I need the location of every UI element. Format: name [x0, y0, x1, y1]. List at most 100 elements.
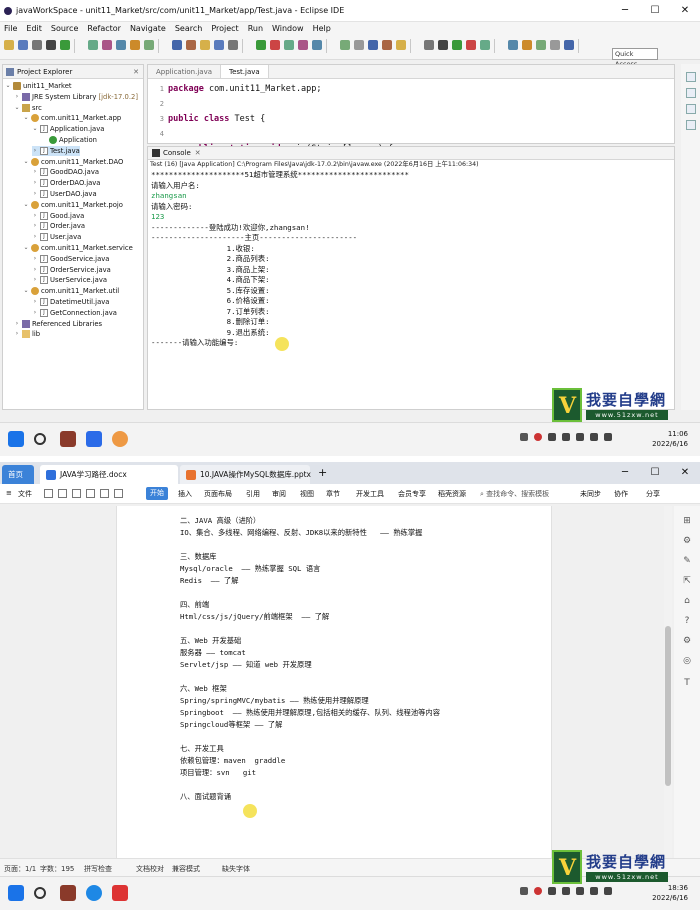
shape-icon[interactable]: ⌂ — [682, 596, 692, 606]
tray-icon[interactable] — [604, 433, 612, 441]
toolbar-icon[interactable] — [466, 40, 476, 50]
search-icon[interactable] — [34, 887, 46, 899]
taskbar-clock[interactable]: 18:36 2022/6/16 — [652, 883, 688, 903]
ribbon-tab[interactable]: 文件 — [18, 489, 32, 499]
maximize-icon[interactable]: ☐ — [640, 0, 670, 22]
minimize-icon[interactable]: ─ — [610, 0, 640, 22]
toolbar-icon[interactable] — [228, 40, 238, 50]
expand-arrow-icon[interactable]: › — [14, 319, 20, 329]
tray-icon[interactable] — [548, 887, 556, 895]
toolbar-icon[interactable] — [116, 40, 126, 50]
menu-refactor[interactable]: Refactor — [87, 24, 121, 33]
status-item[interactable]: 字数：195 — [40, 864, 74, 874]
toolbar-icon[interactable] — [508, 40, 518, 50]
share-button[interactable]: 分享 — [646, 489, 660, 499]
toolbar-icon[interactable] — [46, 40, 56, 50]
toolbar-icon[interactable] — [424, 40, 434, 50]
format-icon[interactable]: ⚙ — [682, 536, 692, 546]
text-icon[interactable]: T — [682, 678, 692, 688]
tray-icon[interactable] — [576, 433, 584, 441]
toolbar-icon[interactable] — [144, 40, 154, 50]
tree-item[interactable]: › J DatetimeUtil.java — [32, 297, 109, 307]
toolbar-icon[interactable] — [298, 40, 308, 50]
menu-edit[interactable]: Edit — [26, 24, 42, 33]
browser-icon[interactable] — [86, 885, 102, 901]
close-icon[interactable]: ✕ — [670, 0, 700, 22]
expand-arrow-icon[interactable]: › — [32, 221, 38, 231]
toolbar-icon[interactable] — [536, 40, 546, 50]
toolbar-icon[interactable] — [214, 40, 224, 50]
ribbon-tab[interactable]: 视图 — [300, 489, 314, 499]
view-icon[interactable] — [686, 120, 696, 130]
app-icon[interactable] — [86, 431, 102, 447]
toolbar-icon[interactable] — [452, 40, 462, 50]
status-item[interactable]: 兼容模式 — [172, 864, 200, 874]
toolbar-icon[interactable] — [32, 40, 42, 50]
ribbon-tab[interactable]: 开发工具 — [356, 489, 384, 499]
toolbar-icon[interactable] — [564, 40, 574, 50]
menu-file[interactable]: File — [4, 24, 17, 33]
toolbar-icon[interactable] — [480, 40, 490, 50]
help-icon[interactable]: ? — [682, 616, 692, 626]
expand-arrow-icon[interactable]: › — [32, 211, 38, 221]
status-item[interactable]: 缺失字体 — [222, 864, 250, 874]
toolbar-icon[interactable] — [396, 40, 406, 50]
tree-item[interactable]: › J Good.java — [32, 211, 84, 221]
tree-item[interactable]: ⌄ J Application.java — [32, 124, 104, 134]
minimize-icon[interactable]: ─ — [610, 462, 640, 484]
tray-icon[interactable] — [604, 887, 612, 895]
menu-project[interactable]: Project — [211, 24, 238, 33]
windows-start-icon[interactable] — [8, 431, 24, 447]
expand-arrow-icon[interactable]: ⌄ — [5, 81, 11, 91]
expand-arrow-icon[interactable]: › — [32, 297, 38, 307]
tree-item[interactable]: ⌄ com.unit11_Market.util — [23, 286, 119, 296]
select-icon[interactable]: ⇱ — [682, 576, 692, 586]
tray-icon[interactable] — [562, 887, 570, 895]
toolbar-icon[interactable] — [200, 40, 210, 50]
tray-icon[interactable] — [548, 433, 556, 441]
expand-arrow-icon[interactable]: › — [32, 178, 38, 188]
windows-start-icon[interactable] — [8, 885, 24, 901]
redo-icon[interactable] — [58, 489, 67, 498]
tab-home[interactable]: 首页 — [2, 465, 34, 484]
toolbar-icon[interactable] — [172, 40, 182, 50]
ribbon-tab[interactable]: 页面布局 — [204, 489, 232, 499]
tree-item[interactable]: › J OrderService.java — [32, 265, 111, 275]
expand-arrow-icon[interactable]: ⌄ — [23, 243, 29, 253]
menu-help[interactable]: Help — [313, 24, 331, 33]
expand-arrow-icon[interactable]: › — [32, 265, 38, 275]
toolbar-icon[interactable] — [256, 40, 266, 50]
tab-pptx[interactable]: 10.JAVA操作MySQL数据库.pptx — [180, 465, 311, 484]
tree-item[interactable]: › J OrderDAO.java — [32, 178, 100, 188]
tree-item[interactable]: ⌄ unit11_Market — [5, 81, 72, 91]
undo-icon[interactable] — [44, 489, 53, 498]
tree-item[interactable]: › J GoodDAO.java — [32, 167, 99, 177]
style-icon[interactable]: ⊞ — [682, 516, 692, 526]
tab-test-java[interactable]: Test.java — [220, 65, 269, 78]
tree-item[interactable]: › J Order.java — [32, 221, 85, 231]
expand-arrow-icon[interactable]: › — [32, 254, 38, 264]
close-icon[interactable]: ✕ — [195, 149, 201, 157]
toolbar-icon[interactable] — [186, 40, 196, 50]
expand-arrow-icon[interactable]: ⌄ — [23, 113, 29, 123]
location-icon[interactable]: ◎ — [682, 656, 692, 666]
expand-arrow-icon[interactable]: ⌄ — [23, 157, 29, 167]
app-icon[interactable] — [112, 431, 128, 447]
toolbar-icon[interactable] — [60, 40, 70, 50]
toolbar-icon[interactable] — [354, 40, 364, 50]
expand-arrow-icon[interactable]: › — [32, 146, 38, 156]
tree-item[interactable]: › Referenced Libraries — [14, 319, 102, 329]
close-icon[interactable]: ✕ — [670, 462, 700, 484]
expand-arrow-icon[interactable]: › — [32, 189, 38, 199]
ribbon-tab[interactable]: 会员专享 — [398, 489, 426, 499]
tree-item[interactable]: ⌄ src — [14, 103, 42, 113]
search-icon[interactable] — [34, 433, 46, 445]
toolbar-icon[interactable] — [382, 40, 392, 50]
toolbar-icon[interactable] — [340, 40, 350, 50]
menu-window[interactable]: Window — [272, 24, 304, 33]
copy-icon[interactable] — [114, 489, 123, 498]
ribbon-tab[interactable]: 引用 — [246, 489, 260, 499]
expand-arrow-icon[interactable]: › — [32, 275, 38, 285]
quick-access-input[interactable]: Quick Access — [612, 48, 658, 68]
pen-icon[interactable]: ✎ — [682, 556, 692, 566]
